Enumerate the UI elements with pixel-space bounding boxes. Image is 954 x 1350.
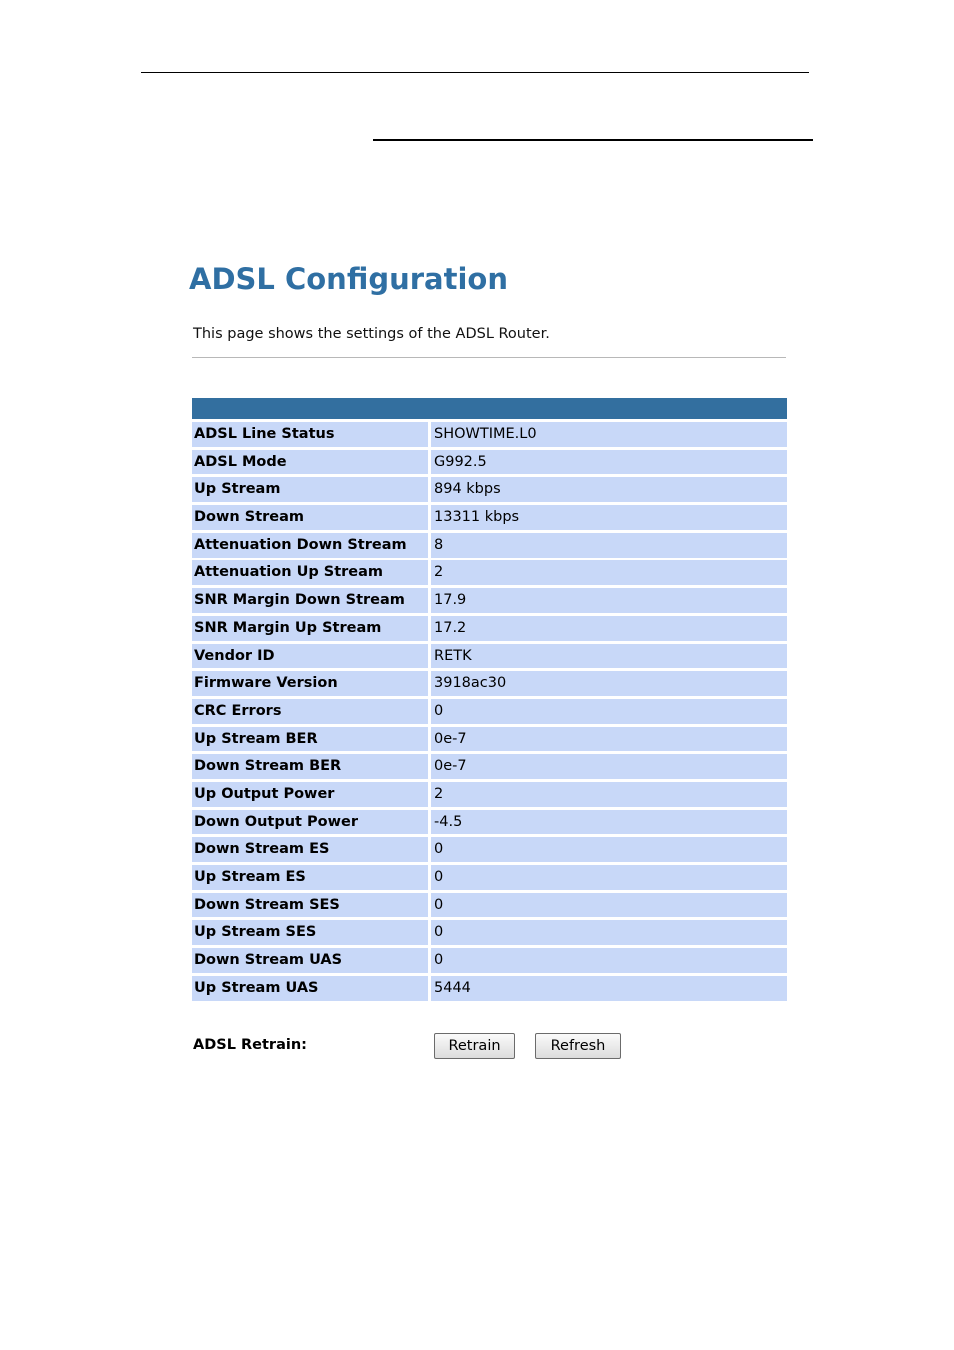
table-row: Up Stream UAS 5444 xyxy=(192,975,787,1001)
row-value: 17.9 xyxy=(431,588,787,613)
row-label: Up Stream ES xyxy=(192,865,428,890)
header-rule xyxy=(141,72,809,73)
row-label: Down Stream BER xyxy=(192,754,428,780)
row-value: 0 xyxy=(431,948,787,973)
row-label: Up Stream BER xyxy=(192,726,428,752)
page-description: This page shows the settings of the ADSL… xyxy=(193,326,550,342)
table-row: Down Stream UAS 0 xyxy=(192,948,787,973)
table-row: Down Stream SES 0 xyxy=(192,892,787,918)
row-value: SHOWTIME.L0 xyxy=(431,422,787,447)
table-row: Up Stream ES 0 xyxy=(192,865,787,890)
table-row: Down Stream BER 0e-7 xyxy=(192,754,787,780)
table-row: Up Stream BER 0e-7 xyxy=(192,726,787,752)
row-value: 0 xyxy=(431,892,787,918)
table-row: ADSL Mode G992.5 xyxy=(192,449,787,475)
row-label: Down Output Power xyxy=(192,809,428,835)
row-value: 0 xyxy=(431,920,787,946)
row-value: 894 kbps xyxy=(431,477,787,503)
section-rule xyxy=(373,139,813,141)
row-value: 5444 xyxy=(431,975,787,1001)
row-label: Up Stream SES xyxy=(192,920,428,946)
row-label: Down Stream UAS xyxy=(192,948,428,973)
row-value: 0 xyxy=(431,698,787,724)
page-title: ADSL Configuration xyxy=(189,262,508,296)
row-label: Vendor ID xyxy=(192,643,428,669)
row-value: 13311 kbps xyxy=(431,505,787,530)
row-value: 2 xyxy=(431,560,787,586)
row-label: Up Stream UAS xyxy=(192,975,428,1001)
row-value: 2 xyxy=(431,781,787,807)
table-row: SNR Margin Down Stream 17.9 xyxy=(192,588,787,613)
row-label: SNR Margin Up Stream xyxy=(192,615,428,641)
table-row: Down Stream 13311 kbps xyxy=(192,505,787,530)
row-value: 8 xyxy=(431,532,787,558)
row-label: CRC Errors xyxy=(192,698,428,724)
row-label: ADSL Line Status xyxy=(192,422,428,447)
table-row: Up Output Power 2 xyxy=(192,781,787,807)
row-label: Firmware Version xyxy=(192,671,428,696)
row-label: Up Output Power xyxy=(192,781,428,807)
adsl-retrain-label: ADSL Retrain: xyxy=(193,1037,307,1053)
row-value: G992.5 xyxy=(431,449,787,475)
table-row: Down Stream ES 0 xyxy=(192,837,787,863)
row-label: Up Stream xyxy=(192,477,428,503)
table-row: CRC Errors 0 xyxy=(192,698,787,724)
table-row: Up Stream SES 0 xyxy=(192,920,787,946)
row-value: 3918ac30 xyxy=(431,671,787,696)
row-value: 0e-7 xyxy=(431,726,787,752)
row-label: Down Stream xyxy=(192,505,428,530)
table-row: ADSL Line Status SHOWTIME.L0 xyxy=(192,422,787,447)
table-row: Up Stream 894 kbps xyxy=(192,477,787,503)
row-value: -4.5 xyxy=(431,809,787,835)
table-header-bar xyxy=(192,398,787,419)
table-row: Attenuation Down Stream 8 xyxy=(192,532,787,558)
table-row: SNR Margin Up Stream 17.2 xyxy=(192,615,787,641)
table-row: Vendor ID RETK xyxy=(192,643,787,669)
row-label: Attenuation Down Stream xyxy=(192,532,428,558)
row-label: SNR Margin Down Stream xyxy=(192,588,428,613)
row-label: ADSL Mode xyxy=(192,449,428,475)
row-value: RETK xyxy=(431,643,787,669)
description-divider xyxy=(192,357,786,358)
row-value: 0 xyxy=(431,865,787,890)
adsl-status-table: ADSL Line Status SHOWTIME.L0 ADSL Mode G… xyxy=(192,398,787,1003)
table-row: Attenuation Up Stream 2 xyxy=(192,560,787,586)
row-label: Down Stream ES xyxy=(192,837,428,863)
row-value: 17.2 xyxy=(431,615,787,641)
refresh-button[interactable]: Refresh xyxy=(535,1033,621,1059)
table-row: Firmware Version 3918ac30 xyxy=(192,671,787,696)
retrain-button[interactable]: Retrain xyxy=(434,1033,515,1059)
table-row: Down Output Power -4.5 xyxy=(192,809,787,835)
row-label: Attenuation Up Stream xyxy=(192,560,428,586)
row-value: 0e-7 xyxy=(431,754,787,780)
row-value: 0 xyxy=(431,837,787,863)
row-label: Down Stream SES xyxy=(192,892,428,918)
